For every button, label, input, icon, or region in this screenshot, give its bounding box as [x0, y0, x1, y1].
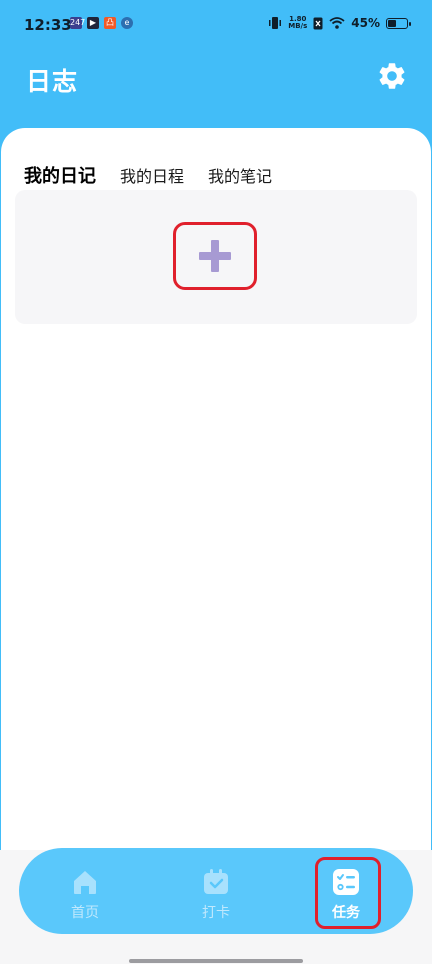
nav-label-checkin: 打卡 [202, 905, 230, 921]
wifi-icon [329, 17, 345, 29]
app-notification-icon: 247 [70, 17, 86, 29]
add-entry-button[interactable] [173, 222, 257, 290]
shopping-app-icon: 凸 [104, 17, 116, 29]
nav-item-checkin[interactable]: 打卡 [176, 848, 256, 934]
status-time: 12:33 [24, 16, 72, 34]
browser-app-icon: e [121, 17, 133, 29]
settings-button[interactable] [374, 58, 410, 94]
journal-tabs: 我的日记 我的日程 我的笔记 [24, 162, 296, 188]
vibrate-icon [269, 17, 282, 29]
tab-my-schedule[interactable]: 我的日程 [120, 163, 184, 187]
tab-my-notes[interactable]: 我的笔记 [208, 163, 272, 187]
net-speed: 1.80 MB/s [288, 16, 307, 30]
status-bar: 12:33 247 ▶ 凸 e 1.80 MB/s 45% [0, 0, 432, 52]
tab-my-diary[interactable]: 我的日记 [24, 162, 96, 188]
page-title: 日志 [26, 67, 79, 96]
home-indicator[interactable] [129, 959, 303, 963]
video-app-icon: ▶ [87, 17, 99, 29]
plus-icon [199, 240, 231, 272]
status-indicators: 1.80 MB/s 45% [268, 16, 411, 30]
calendar-check-icon [204, 869, 228, 894]
net-speed-unit: MB/s [288, 22, 308, 30]
nav-label-home: 首页 [71, 905, 99, 921]
nav-item-home[interactable]: 首页 [45, 848, 125, 934]
home-icon [74, 871, 96, 894]
battery-percent: 45% [351, 16, 380, 30]
status-app-icons: 247 ▶ 凸 e [70, 17, 133, 29]
sim-off-icon [313, 17, 323, 29]
gear-icon [379, 63, 405, 89]
tasks-highlight-frame [315, 857, 381, 929]
battery-icon [386, 17, 411, 29]
battery-level [388, 19, 397, 27]
